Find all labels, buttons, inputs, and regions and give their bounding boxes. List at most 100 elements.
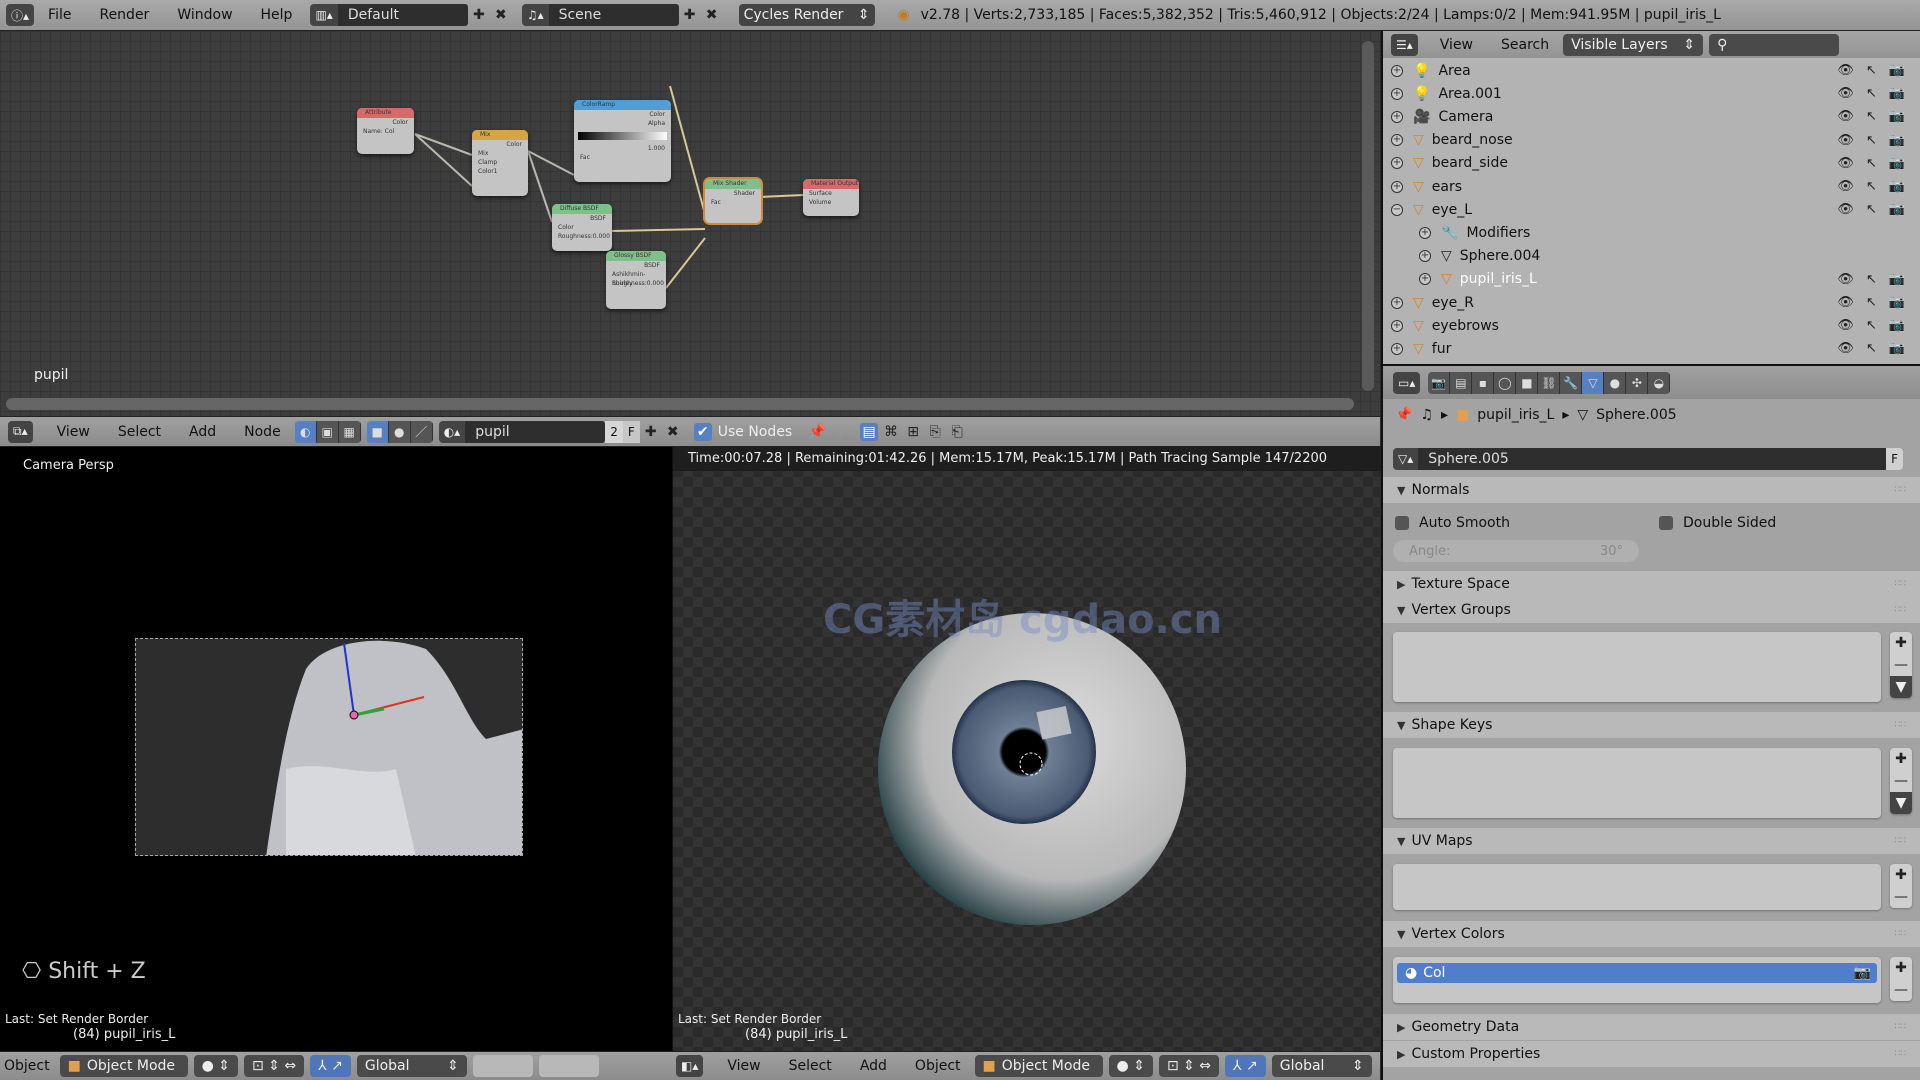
pivot-dropdown[interactable]: ⊡ ⇕ ⇔ — [1158, 1055, 1220, 1077]
outliner-item[interactable]: + ▽ Sphere.004 — [1383, 245, 1913, 268]
node-material-output[interactable]: Material Output Surface Volume — [803, 179, 859, 216]
render-engine-dropdown[interactable]: Cycles Render ⇕ — [738, 4, 875, 26]
menu-help[interactable]: Help — [247, 7, 307, 23]
expand-icon[interactable]: + — [1391, 180, 1403, 193]
orientation-dropdown[interactable]: Global ⇕ — [1271, 1055, 1372, 1077]
outliner-item[interactable]: + ▽ beard_nose 👁 ↖ 📷 — [1383, 129, 1913, 152]
selectable-arrow-icon[interactable]: ↖ — [1866, 133, 1877, 148]
node-diffuse-bsdf[interactable]: Diffuse BSDF BSDF Color Roughness:0.000 — [552, 204, 612, 251]
menu-window[interactable]: Window — [163, 7, 246, 23]
uv-maps-list[interactable] — [1393, 864, 1881, 910]
visibility-eye-icon[interactable]: 👁 — [1837, 156, 1854, 171]
node-attribute[interactable]: Attribute Color Name: Col — [357, 108, 414, 154]
render-camera-icon[interactable]: 📷 — [1854, 965, 1871, 981]
outliner-item[interactable]: + 🔧 Modifiers — [1383, 221, 1913, 244]
drag-grip-icon[interactable]: ∷∷ — [1895, 836, 1906, 846]
renderable-camera-icon[interactable]: 📷 — [1889, 202, 1905, 217]
ramp-pos-field[interactable]: 1.000 — [574, 144, 671, 153]
physics-tab-icon[interactable]: ◒ — [1648, 371, 1671, 394]
outliner-item-name[interactable]: Area.001 — [1438, 86, 1501, 102]
renderable-camera-icon[interactable]: 📷 — [1889, 318, 1905, 333]
distribution-dropdown[interactable]: Ashikhmin-Shirley — [606, 270, 666, 287]
outliner-item[interactable]: + ▽ ears 👁 ↖ 📷 — [1383, 175, 1913, 198]
renderable-camera-icon[interactable]: 📷 — [1889, 109, 1905, 124]
outliner-item-name[interactable]: fur — [1432, 341, 1452, 357]
editor-type-button[interactable]: ◧▴ — [676, 1055, 704, 1077]
mode-dropdown[interactable]: ■ Object Mode — [974, 1055, 1103, 1077]
editor-type-button[interactable]: ⧉▴ — [8, 420, 33, 443]
add-icon[interactable]: ✚ — [1890, 864, 1912, 886]
outliner-item-name[interactable]: Sphere.004 — [1460, 248, 1541, 264]
data-tab-icon[interactable]: ▽ — [1582, 371, 1605, 394]
double-sided-checkbox[interactable]: Double Sided — [1659, 515, 1776, 531]
drag-grip-icon[interactable]: ∷∷ — [1895, 929, 1906, 939]
object-shader-icon[interactable]: ■ — [366, 420, 389, 443]
panel-normals-header[interactable]: ▼ Normals ∷∷ — [1383, 477, 1920, 503]
panel-geometry-data-header[interactable]: ▶ Geometry Data ∷∷ — [1383, 1014, 1920, 1040]
remove-icon[interactable]: — — [1890, 770, 1912, 792]
copy-icon[interactable]: ⎘ — [926, 423, 944, 441]
renderable-camera-icon[interactable]: 📷 — [1889, 63, 1905, 78]
outliner-item[interactable]: + ▽ eyebrows 👁 ↖ 📷 — [1383, 314, 1913, 337]
menu-render[interactable]: Render — [85, 7, 163, 23]
node-glossy-bsdf[interactable]: Glossy BSDF BSDF Ashikhmin-Shirley Rough… — [606, 251, 666, 309]
use-nodes-checkbox[interactable]: ✔ — [693, 422, 712, 441]
delete-scene-icon[interactable]: ✖ — [703, 6, 721, 24]
menu-select[interactable]: Select — [104, 424, 175, 440]
panel-vertex-groups-header[interactable]: ▼ Vertex Groups ∷∷ — [1383, 597, 1920, 623]
modifiers-tab-icon[interactable]: 🔧 — [1560, 371, 1583, 394]
particles-tab-icon[interactable]: ✣ — [1626, 371, 1649, 394]
menu-search[interactable]: Search — [1487, 37, 1563, 53]
unlink-material-icon[interactable]: ✖ — [664, 423, 682, 441]
editor-type-button[interactable]: ☰▴ — [1391, 33, 1418, 56]
outliner-item[interactable]: + ▽ fur 👁 ↖ 📷 — [1383, 337, 1913, 360]
renderable-camera-icon[interactable]: 📷 — [1889, 341, 1905, 356]
mode-dropdown[interactable]: ■ Object Mode — [59, 1055, 188, 1077]
selectable-arrow-icon[interactable]: ↖ — [1866, 63, 1877, 78]
menu-node[interactable]: Node — [230, 424, 295, 440]
camera-viewport[interactable]: Camera Persp ⎔ Shift + Z Last: Set Rende… — [0, 447, 672, 1051]
backdrop-icon[interactable]: ▤ — [860, 422, 879, 441]
material-users-count[interactable]: 2 — [605, 420, 623, 443]
attribute-name-field[interactable]: Name: Col — [357, 127, 414, 136]
layout-name-field[interactable]: Default — [337, 4, 468, 26]
blend-type-dropdown[interactable]: Mix — [472, 149, 528, 158]
world-tab-icon[interactable]: ◯ — [1494, 371, 1517, 394]
outliner-item-name[interactable]: eye_L — [1432, 202, 1472, 218]
expand-icon[interactable]: + — [1391, 296, 1403, 309]
specials-menu-icon[interactable]: ▼ — [1890, 676, 1912, 698]
roughness-field[interactable]: Roughness:0.000 — [606, 279, 666, 288]
expand-icon[interactable]: + — [1391, 319, 1403, 332]
node-editor[interactable]: Attribute Color Name: Col Mix Color Mix … — [0, 31, 1380, 416]
renderable-camera-icon[interactable]: 📷 — [1889, 295, 1905, 310]
parent-tree-icon[interactable]: ⇧ — [830, 423, 848, 441]
selectable-arrow-icon[interactable]: ↖ — [1866, 179, 1877, 194]
outliner-item-name[interactable]: beard_nose — [1432, 132, 1513, 148]
outliner-item-name[interactable]: eye_R — [1432, 295, 1474, 311]
material-browse-button[interactable]: ◐▴ — [438, 420, 466, 443]
outliner-item-name[interactable]: beard_side — [1432, 155, 1508, 171]
selectable-arrow-icon[interactable]: ↖ — [1866, 109, 1877, 124]
selectable-arrow-icon[interactable]: ↖ — [1866, 295, 1877, 310]
remove-icon[interactable]: — — [1890, 654, 1912, 676]
manipulator-toggle[interactable]: ⅄ ↗ — [310, 1055, 351, 1077]
menu-add[interactable]: Add — [846, 1058, 901, 1074]
outliner-item-name[interactable]: Camera — [1438, 109, 1493, 125]
panel-texture-space-header[interactable]: ▶ Texture Space ∷∷ — [1383, 571, 1920, 597]
snap-icon[interactable]: ⌘ — [882, 423, 900, 441]
outliner-item[interactable]: + ▽ eye_R 👁 ↖ 📷 — [1383, 291, 1913, 314]
color-ramp-gradient[interactable] — [578, 132, 667, 140]
drag-grip-icon[interactable]: ∷∷ — [1895, 720, 1906, 730]
outliner-item[interactable]: + 💡 Area 👁 ↖ 📷 — [1383, 59, 1913, 82]
visibility-eye-icon[interactable]: 👁 — [1837, 295, 1854, 310]
drag-grip-icon[interactable]: ∷∷ — [1895, 485, 1906, 495]
snap-element-icon[interactable]: ⊞ — [904, 423, 922, 441]
world-shader-icon[interactable]: ● — [389, 420, 411, 443]
renderable-camera-icon[interactable]: 📷 — [1889, 156, 1905, 171]
drag-grip-icon[interactable]: ∷∷ — [1895, 1022, 1906, 1032]
selectable-arrow-icon[interactable]: ↖ — [1866, 202, 1877, 217]
fake-user-button[interactable]: F — [622, 420, 640, 443]
remove-icon[interactable]: — — [1890, 979, 1912, 1001]
object-tab-icon[interactable]: ■ — [1516, 371, 1539, 394]
visibility-eye-icon[interactable]: 👁 — [1837, 202, 1854, 217]
